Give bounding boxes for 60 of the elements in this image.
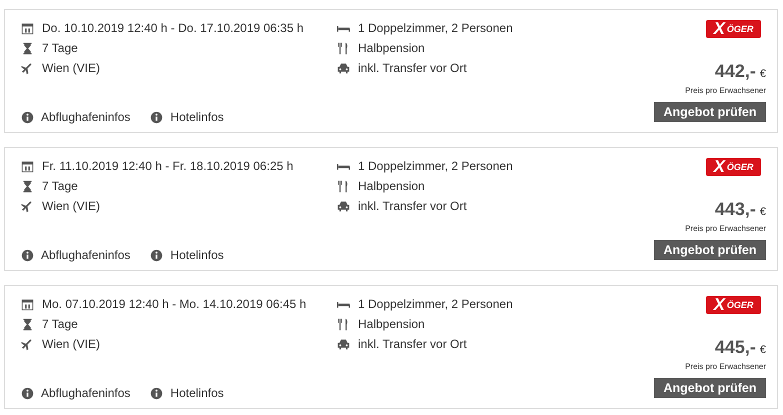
duration: 7 Tage	[42, 41, 78, 55]
board-info: Halbpension	[358, 179, 425, 193]
departure-airport: Wien (VIE)	[42, 61, 100, 75]
transfer-info: inkl. Transfer vor Ort	[358, 337, 467, 351]
duration: 7 Tage	[42, 317, 78, 331]
info-link[interactable]: Hotelinfos	[150, 248, 224, 262]
hourglass-icon	[21, 42, 34, 54]
info-link[interactable]: Abflughafeninfos	[21, 248, 130, 262]
car-icon	[337, 200, 350, 212]
offer-button[interactable]: Angebot prüfen	[654, 102, 766, 122]
departure-airport: Wien (VIE)	[42, 337, 100, 351]
info-link[interactable]: Hotelinfos	[150, 110, 224, 124]
calendar-icon	[21, 160, 34, 172]
info-icon	[150, 248, 164, 262]
price: 443,-	[714, 199, 756, 220]
info-link[interactable]: Abflughafeninfos	[21, 386, 130, 400]
brand-logo: XÖGER	[706, 296, 761, 314]
price-note: Preis pro Erwachsener	[685, 362, 766, 371]
cutlery-icon	[337, 318, 350, 330]
calendar-icon	[21, 298, 34, 310]
info-icon	[150, 110, 164, 124]
travel-dates: Do. 10.10.2019 12:40 h - Do. 17.10.2019 06:35 h	[42, 21, 304, 35]
info-icon	[21, 248, 34, 262]
room-info: 1 Doppelzimmer, 2 Personen	[358, 159, 513, 173]
cutlery-icon	[337, 180, 350, 192]
price-note: Preis pro Erwachsener	[685, 224, 766, 233]
price: 442,-	[714, 61, 756, 82]
calendar-icon	[21, 22, 34, 34]
travel-dates: Mo. 07.10.2019 12:40 h - Mo. 14.10.2019 06:45 h	[42, 297, 306, 311]
airplane-icon	[21, 338, 34, 350]
info-link[interactable]: Abflughafeninfos	[21, 110, 130, 124]
transfer-info: inkl. Transfer vor Ort	[358, 199, 467, 213]
price-note: Preis pro Erwachsener	[685, 86, 766, 95]
travel-dates: Fr. 11.10.2019 12:40 h - Fr. 18.10.2019 06:25 h	[42, 159, 294, 173]
offer-button[interactable]: Angebot prüfen	[654, 378, 766, 398]
board-info: Halbpension	[358, 41, 425, 55]
car-icon	[337, 62, 350, 74]
info-link[interactable]: Hotelinfos	[150, 386, 224, 400]
board-info: Halbpension	[358, 317, 425, 331]
brand-logo: XÖGER	[706, 158, 761, 176]
info-icon	[21, 386, 34, 400]
hourglass-icon	[21, 180, 34, 192]
brand-logo: XÖGER	[706, 20, 761, 38]
airplane-icon	[21, 200, 34, 212]
currency: €	[760, 68, 766, 80]
info-icon	[21, 110, 34, 124]
price: 445,-	[714, 337, 756, 358]
room-info: 1 Doppelzimmer, 2 Personen	[358, 297, 513, 311]
room-info: 1 Doppelzimmer, 2 Personen	[358, 21, 513, 35]
currency: €	[760, 206, 766, 218]
info-icon	[150, 386, 164, 400]
car-icon	[337, 338, 350, 350]
departure-airport: Wien (VIE)	[42, 199, 100, 213]
currency: €	[760, 344, 766, 356]
hourglass-icon	[21, 318, 34, 330]
cutlery-icon	[337, 42, 350, 54]
airplane-icon	[21, 62, 34, 74]
transfer-info: inkl. Transfer vor Ort	[358, 61, 467, 75]
offer-button[interactable]: Angebot prüfen	[654, 240, 766, 260]
duration: 7 Tage	[42, 179, 78, 193]
